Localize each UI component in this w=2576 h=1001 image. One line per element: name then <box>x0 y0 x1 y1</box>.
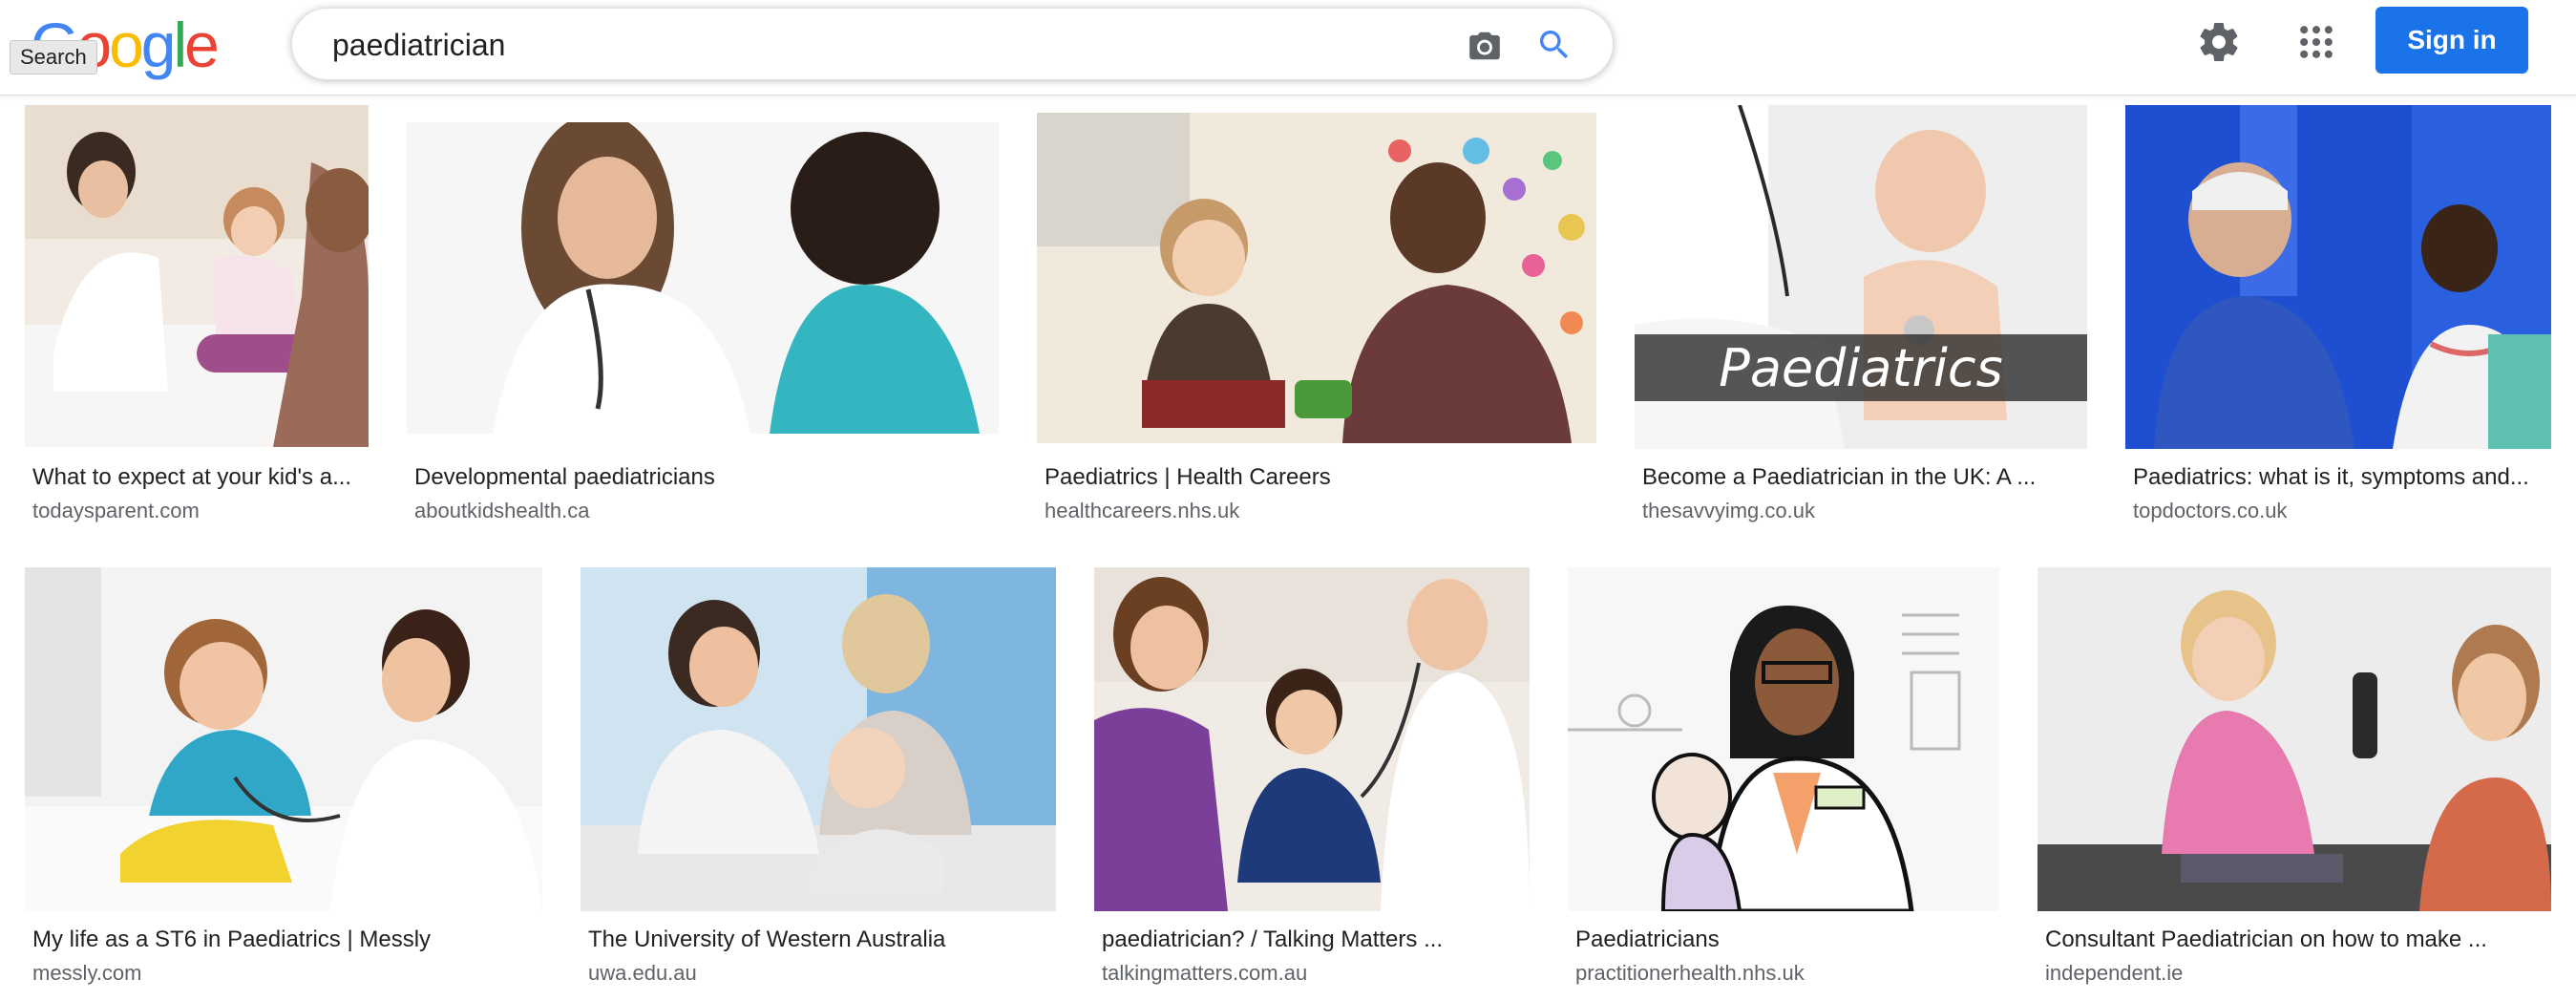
result-title[interactable]: Developmental paediatricians <box>414 464 999 491</box>
result-source[interactable]: thesavvyimg.co.uk <box>1642 499 2087 523</box>
result-source[interactable]: uwa.edu.au <box>588 961 1056 986</box>
result-title[interactable]: My life as a ST6 in Paediatrics | Messly <box>32 926 542 953</box>
image-result[interactable]: Paediatrics | Health Careers healthcaree… <box>1037 105 1596 525</box>
search-tooltip: Search <box>10 40 97 75</box>
result-thumbnail[interactable] <box>2125 105 2551 449</box>
result-title[interactable]: Paediatrics: what is it, symptoms and... <box>2133 464 2551 491</box>
result-source[interactable]: healthcareers.nhs.uk <box>1045 499 1596 523</box>
result-title[interactable]: Paediatricians <box>1575 926 1999 953</box>
result-title[interactable]: paediatrician? / Talking Matters ... <box>1102 926 1530 953</box>
result-title[interactable]: The University of Western Australia <box>588 926 1056 953</box>
result-thumbnail[interactable] <box>25 567 542 911</box>
image-result[interactable]: What to expect at your kid's a... todays… <box>25 105 369 525</box>
logo-letter: o <box>109 10 144 80</box>
image-result[interactable]: Paediatrics: what is it, symptoms and...… <box>2125 105 2551 525</box>
result-thumbnail[interactable] <box>1037 113 1596 443</box>
result-source[interactable]: aboutkidshealth.ca <box>414 499 999 523</box>
result-title[interactable]: Become a Paediatrician in the UK: A ... <box>1642 464 2087 491</box>
result-thumbnail[interactable] <box>1094 567 1530 911</box>
camera-icon[interactable] <box>1467 28 1503 64</box>
logo-letter: l <box>173 10 188 80</box>
result-source[interactable]: practitionerhealth.nhs.uk <box>1575 961 1999 986</box>
sign-in-button[interactable]: Sign in <box>2375 7 2528 74</box>
result-thumbnail[interactable] <box>1568 567 1999 911</box>
search-input[interactable] <box>332 28 1478 63</box>
result-thumbnail[interactable] <box>2038 567 2551 911</box>
logo-letter: e <box>184 10 220 80</box>
logo-letter: g <box>140 10 177 80</box>
result-source[interactable]: todaysparent.com <box>32 499 369 523</box>
apps-grid-icon[interactable] <box>2295 21 2337 63</box>
result-thumbnail[interactable] <box>581 567 1056 911</box>
image-result[interactable]: Paediatricians practitionerhealth.nhs.uk <box>1568 567 1999 988</box>
image-result[interactable]: Consultant Paediatrician on how to make … <box>2038 567 2551 988</box>
top-bar: Google Search Sign in <box>0 0 2576 96</box>
result-source[interactable]: topdoctors.co.uk <box>2133 499 2551 523</box>
image-result[interactable]: Developmental paediatricians aboutkidshe… <box>407 105 999 525</box>
result-source[interactable]: messly.com <box>32 961 542 986</box>
gear-icon[interactable] <box>2196 19 2242 65</box>
image-result[interactable]: My life as a ST6 in Paediatrics | Messly… <box>25 567 542 988</box>
result-thumbnail[interactable] <box>25 105 369 447</box>
image-result[interactable]: The University of Western Australia uwa.… <box>581 567 1056 988</box>
result-title[interactable]: Paediatrics | Health Careers <box>1045 464 1596 491</box>
result-title[interactable]: What to expect at your kid's a... <box>32 464 369 491</box>
result-source[interactable]: talkingmatters.com.au <box>1102 961 1530 986</box>
image-result[interactable]: Paediatrics Become a Paediatrician in th… <box>1635 105 2087 525</box>
image-result[interactable]: paediatrician? / Talking Matters ... tal… <box>1094 567 1530 988</box>
search-icon[interactable] <box>1535 26 1573 64</box>
thumbnail-overlay-text: Paediatrics <box>1635 334 2087 401</box>
result-title[interactable]: Consultant Paediatrician on how to make … <box>2045 926 2551 953</box>
result-thumbnail[interactable]: Paediatrics <box>1635 105 2087 449</box>
result-source[interactable]: independent.ie <box>2045 961 2551 986</box>
search-box[interactable] <box>291 8 1614 80</box>
result-thumbnail[interactable] <box>407 122 999 434</box>
